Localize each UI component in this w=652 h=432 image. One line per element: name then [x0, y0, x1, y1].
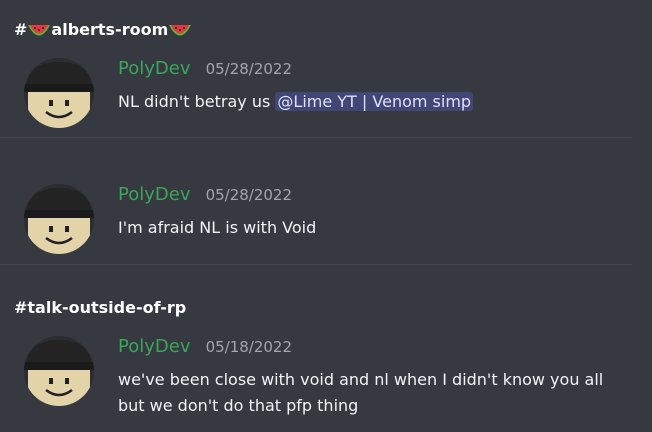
channel-header-talk-outside-of-rp[interactable]: # talk-outside-of-rp: [14, 298, 186, 317]
watermelon-icon: [27, 23, 51, 37]
message-text-line: but we don't do that pfp thing: [118, 396, 359, 415]
timestamp: 05/18/2022: [205, 338, 293, 356]
message: PolyDev 05/28/2022 I'm afraid NL is with…: [24, 184, 624, 260]
message-text: I'm afraid NL is with Void: [118, 218, 317, 237]
message-text: NL didn't betray us: [118, 92, 276, 111]
message-text-line: we've been close with void and nl when I…: [118, 370, 604, 389]
avatar[interactable]: [24, 58, 94, 128]
author-name[interactable]: PolyDev: [118, 184, 190, 205]
channel-name: alberts-room: [51, 20, 169, 39]
channel-hash: #: [14, 20, 28, 39]
timestamp: 05/28/2022: [205, 60, 293, 78]
divider: [0, 137, 632, 138]
author-name[interactable]: PolyDev: [118, 58, 190, 79]
channel-name: talk-outside-of-rp: [27, 298, 187, 317]
author-name[interactable]: PolyDev: [118, 336, 190, 357]
channel-hash: #: [14, 298, 28, 317]
channel-header-alberts-room[interactable]: # alberts-room: [14, 20, 192, 39]
message-content: NL didn't betray us @Lime YT | Venom sim…: [118, 92, 474, 111]
user-mention[interactable]: @Lime YT | Venom simp: [275, 92, 474, 111]
avatar[interactable]: [24, 336, 94, 406]
divider: [0, 264, 632, 265]
avatar[interactable]: [24, 184, 94, 254]
watermelon-icon: [168, 23, 192, 37]
message: PolyDev 05/28/2022 NL didn't betray us @…: [24, 58, 624, 134]
timestamp: 05/28/2022: [205, 186, 293, 204]
message: PolyDev 05/18/2022 we've been close with…: [24, 336, 624, 420]
